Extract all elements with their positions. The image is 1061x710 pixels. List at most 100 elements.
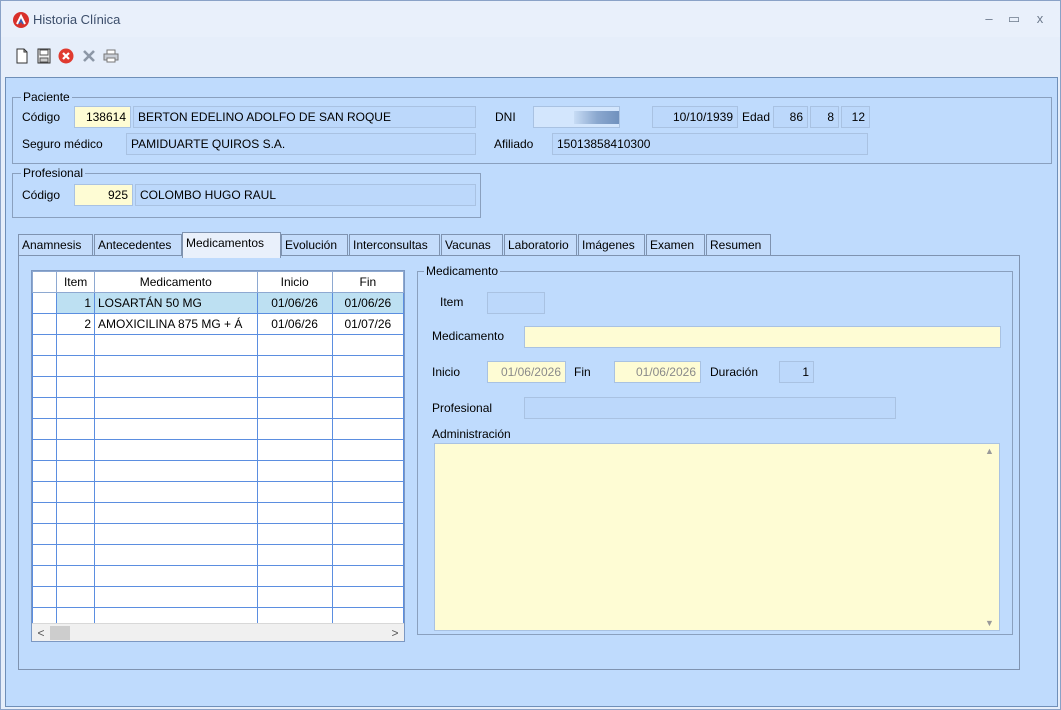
grid-indicator-header [32,271,58,293]
window-title: Historia Clínica [33,12,121,27]
paciente-nombre-field[interactable]: BERTON EDELINO ADOLFO DE SAN ROQUE [133,106,476,128]
tab-interconsultas[interactable]: Interconsultas [349,234,440,256]
dni-label: DNI [495,110,516,124]
paciente-codigo-field[interactable]: 138614 [74,106,131,128]
empty-row[interactable] [32,376,404,398]
profesional-codigo-field[interactable]: 925 [74,184,133,206]
tab-imagenes[interactable]: Imágenes [578,234,645,256]
row-indicator[interactable] [32,292,58,314]
empty-row[interactable] [32,565,404,587]
cell-fin[interactable]: 01/07/26 [331,313,404,335]
dni-redacted-bar [574,111,619,124]
grid-header-fin[interactable]: Fin [331,271,404,293]
empty-row[interactable] [32,502,404,524]
inicio-field[interactable]: 01/06/2026 [487,361,566,383]
afiliado-field[interactable]: 15013858410300 [552,133,868,155]
scroll-up-icon[interactable]: ▲ [985,446,994,456]
item-field[interactable] [487,292,545,314]
grid-header-inicio[interactable]: Inicio [256,271,333,293]
edad-meses-field[interactable]: 8 [810,106,839,128]
dni-field[interactable] [533,106,620,128]
grid-header-row: Item Medicamento Inicio Fin [32,271,404,293]
row-indicator[interactable] [32,313,58,335]
minimize-button[interactable]: – [976,9,1002,29]
tab-resumen[interactable]: Resumen [706,234,771,256]
maximize-button[interactable]: ▭ [1001,9,1027,29]
empty-row[interactable] [32,481,404,503]
table-row[interactable]: 1 LOSARTÁN 50 MG 01/06/26 01/06/26 [32,292,404,314]
empty-row[interactable] [32,523,404,545]
app-window: Historia Clínica – ▭ x Paciente Código 1… [0,0,1061,710]
medicamento-detail-group: Medicamento Item Medicamento Inicio 01/0… [417,264,1013,635]
edad-label: Edad [742,110,771,124]
medicamento-field[interactable] [524,326,1001,348]
fin-label: Fin [574,365,591,379]
item-label: Item [440,295,464,309]
save-icon[interactable] [35,47,53,65]
afiliado-label: Afiliado [494,137,534,151]
scroll-right-icon[interactable]: > [386,624,404,641]
print-icon[interactable] [102,47,120,65]
table-row[interactable]: 2 AMOXICILINA 875 MG + Á 01/06/26 01/07/… [32,313,404,335]
cancel-icon[interactable] [57,47,75,65]
cell-fin[interactable]: 01/06/26 [331,292,404,314]
tab-medicamentos[interactable]: Medicamentos [182,232,281,258]
profesional-codigo-label: Código [22,188,61,202]
administracion-vertical-scrollbar[interactable]: ▲ ▼ [980,444,999,630]
medicamentos-tab-panel: Item Medicamento Inicio Fin 1 LOSARTÁN 5… [18,255,1020,670]
edad-anios-field[interactable]: 86 [773,106,808,128]
medicamentos-grid[interactable]: Item Medicamento Inicio Fin 1 LOSARTÁN 5… [31,270,405,642]
medicamentos-table: Item Medicamento Inicio Fin 1 LOSARTÁN 5… [32,271,404,629]
empty-row[interactable] [32,397,404,419]
grid-header-item[interactable]: Item [56,271,95,293]
grid-horizontal-scrollbar[interactable]: < > [32,623,404,641]
main-panel: Paciente Código 138614 BERTON EDELINO AD… [5,77,1058,707]
delete-icon[interactable] [80,47,98,65]
empty-row[interactable] [32,355,404,377]
paciente-group-title: Paciente [21,90,72,104]
edad-dias-field[interactable]: 12 [841,106,870,128]
scroll-left-icon[interactable]: < [32,624,50,641]
new-document-icon[interactable] [13,47,31,65]
medicamento-label: Medicamento [432,329,505,343]
administracion-textarea[interactable] [434,443,1000,631]
cell-inicio[interactable]: 01/06/26 [256,313,333,335]
paciente-codigo-label: Código [22,110,61,124]
cell-medicamento[interactable]: LOSARTÁN 50 MG [94,292,258,314]
fin-field[interactable]: 01/06/2026 [614,361,701,383]
seguro-field[interactable]: PAMIDUARTE QUIROS S.A. [126,133,476,155]
tab-antecedentes[interactable]: Antecedentes [94,234,182,256]
cell-item[interactable]: 1 [56,292,95,314]
tab-anamnesis[interactable]: Anamnesis [18,234,93,256]
empty-row[interactable] [32,334,404,356]
cell-item[interactable]: 2 [56,313,95,335]
cell-inicio[interactable]: 01/06/26 [256,292,333,314]
tab-laboratorio[interactable]: Laboratorio [504,234,577,256]
inicio-label: Inicio [432,365,461,379]
scroll-down-icon[interactable]: ▼ [985,618,994,628]
grid-header-medicamento[interactable]: Medicamento [94,271,258,293]
fecha-nacimiento-field[interactable]: 10/10/1939 [652,106,738,128]
empty-row[interactable] [32,418,404,440]
empty-row[interactable] [32,544,404,566]
profesional-field[interactable] [524,397,896,419]
close-button[interactable]: x [1027,9,1053,29]
seguro-label: Seguro médico [22,137,103,151]
administracion-label: Administración [432,427,511,441]
duracion-field[interactable]: 1 [779,361,814,383]
title-bar: Historia Clínica – ▭ x [1,1,1060,37]
profesional-nombre-field[interactable]: COLOMBO HUGO RAUL [135,184,476,206]
tab-evolucion[interactable]: Evolución [281,234,348,256]
tab-examen[interactable]: Examen [646,234,705,256]
profesional-label: Profesional [432,401,493,415]
empty-row[interactable] [32,439,404,461]
empty-row[interactable] [32,460,404,482]
scroll-thumb[interactable] [50,626,70,640]
medicamento-group-title: Medicamento [424,264,501,278]
toolbar [1,39,1060,73]
app-logo-icon [13,12,29,28]
empty-row[interactable] [32,586,404,608]
cell-medicamento[interactable]: AMOXICILINA 875 MG + Á [94,313,258,335]
duracion-label: Duración [710,365,759,379]
tab-vacunas[interactable]: Vacunas [441,234,503,256]
